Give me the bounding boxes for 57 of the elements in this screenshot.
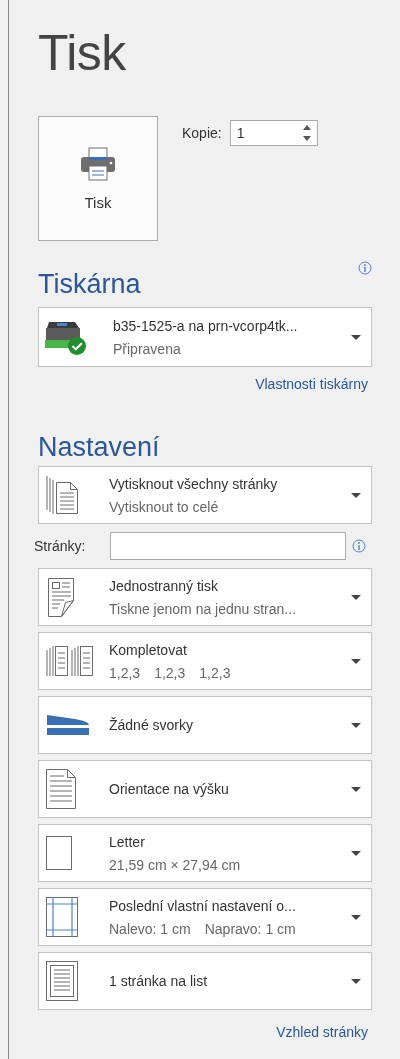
settings-dropdown[interactable]: Vytisknout všechny stránky Vytisknout to celé (38, 466, 372, 524)
dropdown-caret-icon (351, 722, 361, 728)
printer-status: Připravena (113, 340, 182, 357)
settings-dropdown[interactable]: Orientace na výšku (38, 760, 372, 818)
margins-page-icon (45, 896, 79, 938)
option-detail: Napravo: 1 cm (204, 920, 296, 937)
printer-name: b35-1525-a na prn-vcorp4tk... (113, 317, 299, 334)
spinner-arrows-icon[interactable] (301, 123, 312, 143)
printer-properties-link[interactable]: Vlastnosti tiskárny (255, 376, 368, 396)
section-heading: Nastavení (38, 431, 160, 464)
option-detail: Tiskne jenom na jednu stran... (109, 600, 297, 617)
settings-dropdown[interactable]: 1 stránka na list (38, 952, 372, 1010)
blank-page-icon (45, 835, 73, 871)
option-title: Žádné svorky (109, 717, 195, 733)
portrait-page-icon (45, 768, 77, 810)
printer-icon (79, 146, 117, 182)
info-icon[interactable] (352, 539, 366, 553)
settings-dropdown[interactable]: Poslední vlastní nastavení o... Nalevo: 1 cm Napravo: 1 cm (38, 888, 372, 946)
option-title: Jednostranný tisk (109, 577, 219, 594)
dropdown-caret-icon (351, 978, 361, 984)
settings-dropdown[interactable]: Kompletovat 1,2,3 1,2,3 1,2,3 (38, 632, 372, 690)
pages-label: Stránky: (34, 538, 87, 554)
option-detail: Nalevo: 1 cm (109, 920, 191, 937)
settings-dropdown[interactable]: Jednostranný tisk Tiskne jenom na jednu stran... (38, 568, 372, 626)
dropdown-caret-icon (351, 850, 361, 856)
dropdown-caret-icon (351, 658, 361, 664)
dropdown-caret-icon (351, 334, 361, 340)
pages-icon (45, 474, 81, 516)
option-detail: 1,2,3 (154, 664, 186, 681)
option-title: Vytisknout všechny stránky (109, 475, 279, 492)
option-title: Kompletovat (109, 641, 188, 658)
option-title: Letter (109, 833, 146, 850)
settings-dropdown[interactable]: Žádné svorky (38, 696, 372, 754)
section-heading: Tiskárna (38, 268, 141, 301)
print-button[interactable]: Tisk (38, 116, 158, 241)
dropdown-caret-icon (351, 786, 361, 792)
page-setup-link[interactable]: Vzhled stránky (276, 1024, 368, 1044)
copies-input-field[interactable]: 1 (229, 120, 318, 146)
pages-input-field[interactable] (110, 532, 346, 560)
page-title: Tisk (38, 24, 127, 83)
option-detail: 1,2,3 (109, 664, 141, 681)
stapler-icon (45, 713, 91, 737)
settings-dropdown[interactable]: Letter 21,59 cm × 27,94 cm (38, 824, 372, 882)
page-per-sheet-icon (45, 960, 79, 1002)
dropdown-caret-icon (351, 914, 361, 920)
collate-pages-icon (45, 644, 93, 678)
dropdown-caret-icon (351, 594, 361, 600)
option-title: Poslední vlastní nastavení o... (109, 897, 297, 914)
info-icon[interactable] (358, 261, 372, 275)
option-detail: 1,2,3 (199, 664, 231, 681)
dropdown-caret-icon (351, 492, 361, 498)
printer-dropdown[interactable]: b35-1525-a na prn-vcorp4tk... Připravena (38, 307, 372, 367)
option-title: Orientace na výšku (109, 781, 230, 797)
option-detail: 21,59 cm × 27,94 cm (109, 856, 241, 873)
copies-label: Kopie: (182, 125, 222, 141)
option-detail: Vytisknout to celé (109, 498, 219, 515)
option-title: 1 stránka na list (109, 973, 209, 989)
